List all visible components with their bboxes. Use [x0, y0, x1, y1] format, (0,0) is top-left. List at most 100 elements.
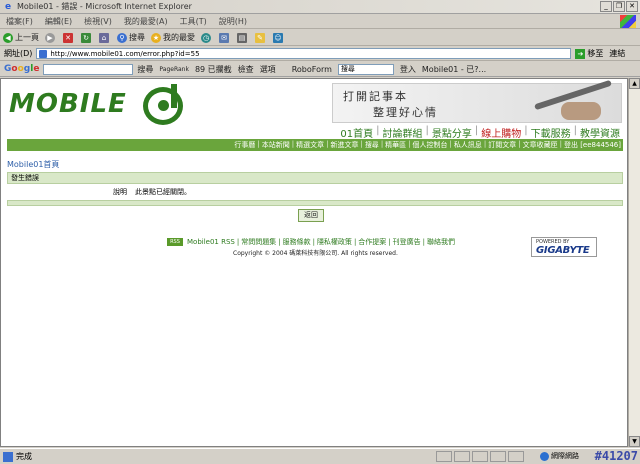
options-button[interactable]: 選項 — [260, 64, 276, 75]
status-text: 完成 — [16, 452, 32, 461]
refresh-button[interactable]: ↻ — [81, 32, 93, 43]
security-zone: 網際網路 — [540, 451, 579, 461]
menu-tools[interactable]: 工具(T) — [180, 16, 207, 27]
window-title: Mobile01 - 錯誤 - Microsoft Internet Explo… — [17, 2, 192, 11]
subnav-control-panel[interactable]: 個人控制台 — [411, 140, 450, 150]
menu-view[interactable]: 檢視(V) — [84, 16, 112, 27]
rss-icon[interactable]: RSS — [167, 238, 183, 246]
print-button[interactable]: ▤ — [237, 32, 249, 43]
footer-contact[interactable]: 聯絡我們 — [426, 237, 456, 247]
google-logo[interactable]: Google — [4, 64, 39, 74]
google-search-button[interactable]: 搜尋 — [137, 64, 153, 75]
footer-terms[interactable]: 服務條款 — [282, 237, 312, 247]
stop-button[interactable]: ✕ — [63, 32, 75, 43]
go-arrow-icon: ➔ — [575, 48, 586, 59]
spell-check-button[interactable]: 檢查 — [238, 64, 254, 75]
nav-tutorials[interactable]: 教學資源 — [577, 125, 623, 140]
subnav-new-posts[interactable]: 新進文章 — [328, 140, 360, 150]
go-button[interactable]: ➔ 移至 — [575, 48, 603, 59]
page-viewport: MOBILE 打開記事本 整理好心情 01首頁 | 討論群組 | 景點分享 | 線上購… — [0, 78, 628, 447]
error-footer-bar — [7, 200, 623, 206]
footer-advertise[interactable]: 刊登廣告 — [392, 237, 422, 247]
error-label: 說明 — [113, 188, 127, 196]
close-button[interactable]: ✕ — [626, 1, 638, 12]
address-input[interactable]: http://www.mobile01.com/error.php?id=55 — [36, 48, 572, 59]
banner-line1: 打開記事本 — [343, 90, 408, 103]
home-button[interactable]: ⌂ — [99, 32, 111, 43]
messenger-button[interactable]: ☺ — [273, 32, 285, 43]
copyright: Copyright © 2004 碼萊科技有限公司. All rights re… — [233, 250, 398, 257]
mail-button[interactable]: ✉ — [219, 32, 231, 43]
nav-downloads[interactable]: 下載服務 — [528, 125, 574, 140]
pagerank-indicator[interactable]: PageRank — [159, 66, 189, 73]
vertical-scrollbar[interactable]: ▲ ▼ — [628, 78, 640, 447]
menu-file[interactable]: 檔案(F) — [6, 16, 33, 27]
favorites-button[interactable]: ★ 我的最愛 — [151, 32, 195, 43]
roboform-site-button[interactable]: Mobile01 - 已?... — [422, 64, 486, 75]
history-icon: ◷ — [201, 32, 211, 43]
subnav-private-messages[interactable]: 私人訊息 — [452, 140, 484, 150]
mobile01-logo[interactable]: MOBILE — [9, 89, 127, 119]
google-search-input[interactable] — [43, 63, 134, 75]
home-icon: ⌂ — [99, 32, 109, 43]
edit-button[interactable]: ✎ — [255, 32, 267, 43]
subnav-digest[interactable]: 精華區 — [383, 140, 408, 150]
nav-shopping[interactable]: 線上購物 — [478, 125, 524, 140]
subnav-logout[interactable]: 登出 [ee844546] — [562, 140, 623, 150]
back-button[interactable]: ◀ 上一頁 — [3, 32, 39, 43]
subnav-bookmarks[interactable]: 文章收藏匣 — [521, 140, 560, 150]
menu-favorites[interactable]: 我的最愛(A) — [124, 16, 168, 27]
login-button[interactable]: 登入 — [400, 64, 416, 75]
scroll-up-icon[interactable]: ▲ — [629, 78, 640, 89]
breadcrumb[interactable]: Mobile01首頁 — [7, 159, 59, 170]
footer-privacy[interactable]: 隱私權政策 — [316, 237, 353, 247]
subnav-subscriptions[interactable]: 訂閱文章 — [486, 140, 518, 150]
footer-rss[interactable]: Mobile01 RSS — [186, 238, 236, 246]
image-tag: #41207 — [594, 449, 638, 463]
menu-help[interactable]: 說明(H) — [219, 16, 247, 27]
nav-places[interactable]: 景點分享 — [429, 125, 475, 140]
forward-button[interactable]: ▶ — [45, 32, 57, 43]
maximize-button[interactable]: ❐ — [613, 1, 625, 12]
nav-home[interactable]: 01首頁 — [337, 125, 376, 140]
address-url: http://www.mobile01.com/error.php?id=55 — [50, 49, 200, 58]
footer-links: RSS Mobile01 RSS | 常問問題集 | 服務條款 | 隱私權政策 | 合作… — [167, 237, 456, 247]
mobile01-logo-mark[interactable] — [143, 84, 183, 125]
mail-icon: ✉ — [219, 32, 229, 43]
edit-icon: ✎ — [255, 32, 265, 43]
footer-partnership[interactable]: 合作提案 — [357, 237, 387, 247]
page-icon — [39, 49, 48, 58]
star-icon: ★ — [151, 32, 161, 43]
ad-banner[interactable]: 打開記事本 整理好心情 — [332, 79, 622, 123]
search-button[interactable]: ⚲ 搜尋 — [117, 32, 145, 43]
minimize-button[interactable]: _ — [600, 1, 612, 12]
back-page-button[interactable]: 返回 — [298, 209, 324, 222]
page-done-icon — [3, 451, 13, 462]
subnav-featured[interactable]: 精選文章 — [294, 140, 326, 150]
window-title-bar: e Mobile01 - 錯誤 - Microsoft Internet Exp… — [0, 0, 640, 14]
roboform-button[interactable]: RoboForm — [292, 65, 332, 74]
roboform-search-select[interactable]: 搜尋 — [337, 63, 394, 75]
menu-edit[interactable]: 編輯(E) — [45, 16, 72, 27]
google-toolbar: Google 搜尋 PageRank 89 已攔截 檢查 選項 RoboForm… — [0, 62, 640, 77]
scroll-down-icon[interactable]: ▼ — [629, 436, 640, 447]
messenger-icon: ☺ — [273, 32, 283, 43]
hand-image — [561, 102, 601, 120]
ie-icon: e — [4, 1, 12, 12]
address-bar: 網址(D) http://www.mobile01.com/error.php?… — [0, 47, 640, 61]
gigabyte-sponsor-logo[interactable]: POWERED BY GIGABYTE — [531, 237, 597, 257]
search-icon: ⚲ — [117, 32, 127, 43]
history-button[interactable]: ◷ — [201, 32, 213, 43]
subnav-search[interactable]: 搜尋 — [363, 140, 381, 150]
subnav-news[interactable]: 本站新聞 — [260, 140, 292, 150]
footer-faq[interactable]: 常問問題集 — [240, 237, 277, 247]
popup-blocker[interactable]: 89 已攔截 — [195, 64, 232, 75]
links-button[interactable]: 連結 — [609, 48, 625, 59]
refresh-icon: ↻ — [81, 32, 91, 43]
subnav-calendar[interactable]: 行事曆 — [232, 140, 257, 150]
site-header: MOBILE 打開記事本 整理好心情 01首頁 | 討論群組 | 景點分享 | 線上購… — [7, 79, 623, 141]
standard-toolbar: ◀ 上一頁 ▶ ✕ ↻ ⌂ ⚲ 搜尋 ★ 我的最愛 ◷ ✉ ▤ ✎ ☺ — [0, 30, 640, 46]
banner-line2: 整理好心情 — [373, 106, 438, 119]
nav-forums[interactable]: 討論群組 — [380, 125, 426, 140]
windows-logo-icon — [620, 15, 636, 28]
